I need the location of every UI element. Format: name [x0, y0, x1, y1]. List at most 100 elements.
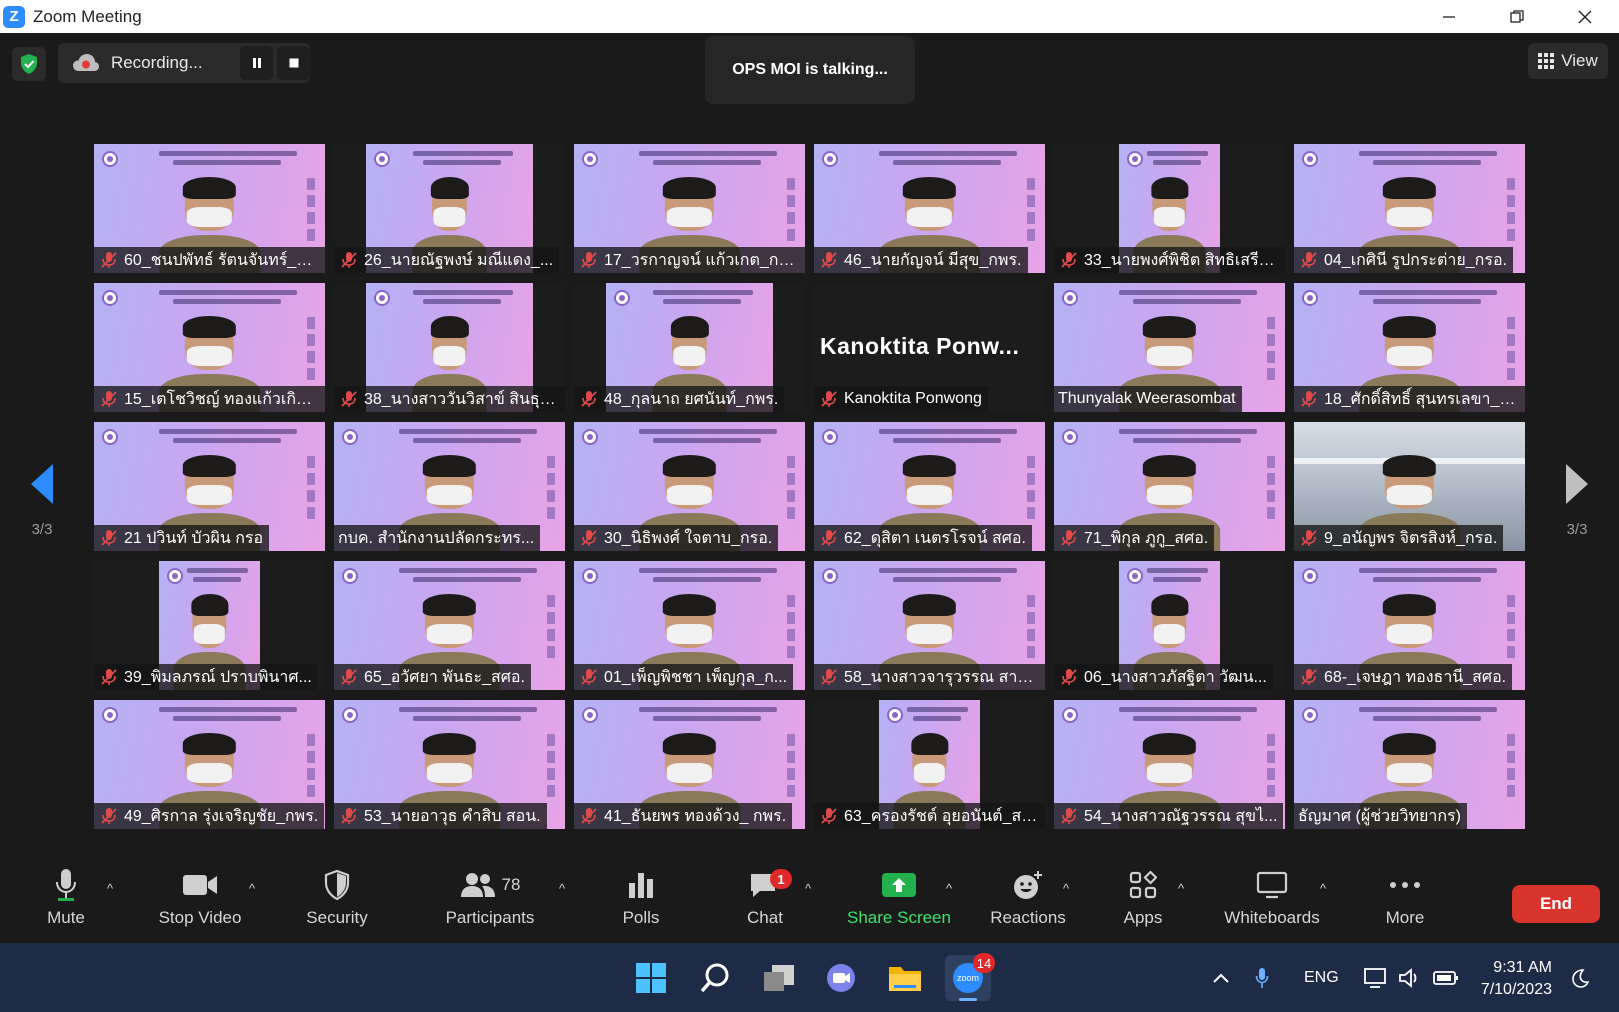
participant-tile[interactable]: 18_ศักดิ์สิทธิ์ สุนทรเลขา_ก...: [1294, 283, 1525, 412]
more-button[interactable]: More: [1380, 863, 1430, 943]
participant-tile[interactable]: 01_เพ็ญพิชชา เพ็ญกุล_ก...: [574, 561, 805, 690]
participant-tile[interactable]: 33_นายพงศ์พิชิต สิทธิเสรี_...: [1054, 144, 1285, 273]
show-hidden-icons-chevron-icon[interactable]: [1212, 943, 1230, 1012]
zoom-taskbar-button[interactable]: zoom 14: [945, 953, 995, 1001]
participant-tile[interactable]: 17_วรกาญจน์ แก้วเกต_กร...: [574, 144, 805, 273]
participant-tile[interactable]: Thunyalak Weerasombat: [1054, 283, 1285, 412]
participant-nameplate: 48_กุลนาถ ยศนันท์_กพร.: [574, 386, 785, 412]
microphone-muted-icon: [818, 807, 840, 825]
participant-tile[interactable]: 38_นางสาววันวิสาข์ สินธุป...: [334, 283, 565, 412]
page-indicator-left: 3/3: [31, 521, 53, 538]
participant-tile[interactable]: 46_นายกัญจน์ มีสุข_กพร.: [814, 144, 1045, 273]
participant-tile[interactable]: 58_นางสาวจารุวรรณ สาย...: [814, 561, 1045, 690]
input-language[interactable]: ENG: [1304, 943, 1339, 1012]
chat-button[interactable]: 1 Chat: [740, 863, 792, 943]
apps-options-chevron-icon[interactable]: ^: [1178, 881, 1184, 896]
microphone-muted-icon: [1058, 529, 1080, 547]
stop-recording-button[interactable]: [277, 46, 311, 80]
share-screen-button[interactable]: Share Screen: [843, 863, 955, 943]
participant-tile[interactable]: 54_นางสาวณัฐวรรณ สุขไ...: [1054, 700, 1285, 829]
network-icon[interactable]: [1364, 943, 1388, 1012]
participant-tile[interactable]: 49_ศิรกาล รุ่งเจริญชัย_กพร.: [94, 700, 325, 829]
participant-tile[interactable]: 60_ชนปพัทธ์ รัตนจันทร์_ส...: [94, 144, 325, 273]
close-icon[interactable]: [1551, 0, 1619, 33]
whiteboards-options-chevron-icon[interactable]: ^: [1320, 881, 1326, 896]
participant-tile[interactable]: 62_ดุสิตา เนตรโรจน์ สศอ.: [814, 422, 1045, 551]
arrow-left-icon: [31, 464, 53, 504]
participants-options-chevron-icon[interactable]: ^: [559, 881, 565, 896]
mute-button[interactable]: Mute: [40, 863, 92, 943]
participant-tile[interactable]: ธัญมาศ (ผู้ช่วยวิทยากร): [1294, 700, 1525, 829]
active-app-indicator: [959, 998, 977, 1001]
participant-tile[interactable]: 15_เตโชวิชญ์ ทองแก้วเกิด...: [94, 283, 325, 412]
microphone-in-use-icon[interactable]: [1255, 943, 1269, 1012]
view-label: View: [1561, 51, 1598, 70]
mind-vertical-text: [307, 178, 317, 241]
audio-options-chevron-icon[interactable]: ^: [107, 881, 113, 896]
recording-status: Recording...: [110, 53, 203, 72]
previous-page-button[interactable]: 3/3: [22, 463, 62, 538]
microphone-muted-icon: [578, 529, 600, 547]
encryption-shield-icon[interactable]: [12, 47, 46, 81]
security-button[interactable]: Security: [300, 863, 374, 943]
participant-tile[interactable]: 48_กุลนาถ ยศนันท์_กพร.: [574, 283, 805, 412]
participant-nameplate: 9_อนัญพร จิตรสิงห์_กรอ.: [1294, 525, 1504, 551]
windows-start-icon[interactable]: [628, 955, 674, 1001]
stop-video-button[interactable]: Stop Video: [152, 863, 248, 943]
search-icon[interactable]: [692, 955, 738, 1001]
participant-tile[interactable]: 26_นายณัฐพงษ์ มณีแดง_...: [334, 144, 565, 273]
pause-recording-button[interactable]: [240, 46, 274, 80]
video-options-chevron-icon[interactable]: ^: [249, 881, 255, 896]
participant-name: 18_ศักดิ์สิทธิ์ สุนทรเลขา_ก...: [1324, 390, 1519, 408]
apps-button[interactable]: Apps: [1118, 863, 1168, 943]
participant-nameplate: 30_นิธิพงศ์ ใจตาบ_กรอ.: [574, 525, 779, 551]
reactions-options-chevron-icon[interactable]: ^: [1063, 881, 1069, 896]
battery-icon[interactable]: [1433, 943, 1459, 1012]
view-button[interactable]: View: [1528, 43, 1608, 79]
participant-tile[interactable]: Kanoktita Ponw... Kanoktita Ponwong: [814, 283, 1045, 412]
participant-tile[interactable]: กบค. สำนักงานปลัดกระทร...: [334, 422, 565, 551]
do-not-disturb-moon-icon[interactable]: [1570, 943, 1590, 1012]
microphone-muted-icon: [338, 390, 360, 408]
participant-tile[interactable]: 68-_เจษฎา ทองธานี_สศอ.: [1294, 561, 1525, 690]
polls-button[interactable]: Polls: [616, 863, 666, 943]
participants-button[interactable]: 78 Participants: [440, 863, 540, 943]
whiteboards-button[interactable]: Whiteboards: [1216, 863, 1328, 943]
participant-tile[interactable]: 9_อนัญพร จิตรสิงห์_กรอ.: [1294, 422, 1525, 551]
participant-tile[interactable]: 30_นิธิพงศ์ ใจตาบ_กรอ.: [574, 422, 805, 551]
participant-tile[interactable]: 06_นางสาวภัสฐิตา วัฒน...: [1054, 561, 1285, 690]
participant-tile[interactable]: 21 ปวินท์ บัวผิน กรอ: [94, 422, 325, 551]
participant-tile[interactable]: 41_ธันยพร ทองด้วง_ กพร.: [574, 700, 805, 829]
volume-icon[interactable]: [1398, 943, 1422, 1012]
participant-tile[interactable]: 71_พิกุล ภูกู_สศอ.: [1054, 422, 1285, 551]
share-options-chevron-icon[interactable]: ^: [946, 881, 952, 896]
participant-name: 54_นางสาวณัฐวรรณ สุขไ...: [1084, 807, 1278, 825]
participant-tile[interactable]: 39_พิมลภรณ์ ปราบพินาศ...: [94, 561, 325, 690]
end-meeting-button[interactable]: End: [1512, 885, 1600, 923]
participant-tile[interactable]: 04_เกศินี รูปกระต่าย_กรอ.: [1294, 144, 1525, 273]
participant-name: 9_อนัญพร จิตรสิงห์_กรอ.: [1324, 529, 1498, 547]
microphone-muted-icon: [818, 668, 840, 686]
microphone-muted-icon: [1058, 251, 1080, 269]
microphone-muted-icon: [578, 390, 600, 408]
participants-count: 78: [501, 875, 521, 894]
participant-tile[interactable]: 53_นายอาวุธ คำสิบ สอน.: [334, 700, 565, 829]
participant-tile[interactable]: 63_ครองรัชต์ อุยอนันต์_สศ...: [814, 700, 1045, 829]
next-page-button[interactable]: 3/3: [1557, 463, 1597, 538]
participant-name: Kanoktita Ponwong: [844, 390, 982, 407]
participant-tile[interactable]: 65_อวัศยา พันธะ_สศอ.: [334, 561, 565, 690]
mind-vertical-text: [1507, 595, 1517, 658]
file-explorer-icon[interactable]: [882, 955, 928, 1001]
microphone-muted-icon: [98, 529, 120, 547]
system-clock[interactable]: 9:31 AM 7/10/2023: [1474, 957, 1552, 1001]
participant-nameplate: 38_นางสาววันวิสาข์ สินธุป...: [334, 386, 565, 412]
chat-options-chevron-icon[interactable]: ^: [805, 881, 811, 896]
restore-icon[interactable]: [1483, 0, 1551, 33]
slide-banner: [1147, 568, 1209, 586]
chat-bubble-icon: 1: [748, 863, 792, 907]
task-view-icon[interactable]: [756, 955, 802, 1001]
teams-chat-icon[interactable]: [818, 955, 864, 1001]
minimize-icon[interactable]: [1415, 0, 1483, 33]
reactions-button[interactable]: Reactions: [988, 863, 1068, 943]
mind-vertical-text: [307, 317, 317, 380]
